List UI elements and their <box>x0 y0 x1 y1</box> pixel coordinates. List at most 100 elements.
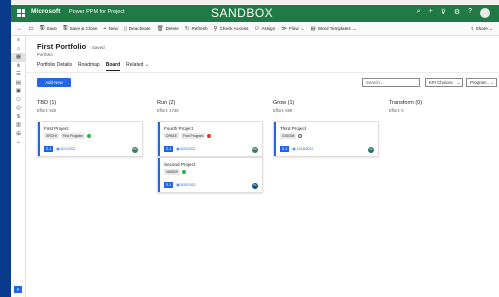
card-footer: S-1 ▦ 6/21/2022 <box>44 146 76 152</box>
delete-button[interactable]: 🗑 Delete <box>157 26 179 32</box>
card-title[interactable]: First Project <box>44 126 69 131</box>
card-footer: S-1 ▦ 11/18/2022 <box>280 146 313 152</box>
home-icon[interactable]: ⌂ <box>11 45 26 54</box>
tab-board[interactable]: Board <box>105 62 121 71</box>
status-dot <box>181 170 186 174</box>
list-icon[interactable]: ☰ <box>11 70 26 79</box>
project-code-tag: VA5509 <box>164 169 180 175</box>
project-card[interactable]: Fourth Project DR61E Find Program S-1 ▦ 6/22… <box>157 121 263 157</box>
popout-button[interactable]: ▭ <box>29 26 34 32</box>
card-tags: VA5509 <box>164 169 186 175</box>
column-effort: Effort: 920 <box>37 108 57 113</box>
hierarchy-icon[interactable]: ⋔ <box>11 62 26 71</box>
date-value: 6/22/2022 <box>180 147 196 151</box>
date-label: ▦ 6/22/2022 <box>176 147 195 151</box>
date-value: 11/18/2022 <box>296 147 314 151</box>
kpi-choices-value: KPI Choices <box>429 80 453 85</box>
user-avatar[interactable] <box>480 8 490 18</box>
flow-button[interactable]: ≫ Flow ⌄ <box>281 26 304 32</box>
search-input[interactable]: Search... <box>362 78 420 87</box>
command-label: New <box>108 26 118 31</box>
status-dot <box>87 134 92 138</box>
card-title[interactable]: Third Project <box>280 126 306 131</box>
project-card[interactable]: Third Project GS5308 S-1 ▦ 11/18/2022 PA <box>273 121 379 157</box>
tab-related-label: Related <box>126 62 144 68</box>
check-access-button[interactable]: ⚲ Check Access <box>214 26 249 32</box>
grid-icon[interactable]: ⊞ <box>11 130 26 139</box>
column-effort: Effort: 590 <box>273 108 293 113</box>
settings-icon[interactable]: ⚙ <box>454 8 460 18</box>
tab-roadmap[interactable]: Roadmap <box>78 62 100 71</box>
refresh-icon: ↻ <box>184 25 190 32</box>
command-label: Deactivate <box>128 26 151 31</box>
target-icon[interactable]: ◎ <box>11 104 26 113</box>
save-status: - Saved <box>89 45 105 50</box>
portfolio-icon[interactable]: ▦ <box>11 53 26 62</box>
add-icon[interactable]: + <box>429 8 433 18</box>
filter-icon[interactable]: ⊽ <box>441 8 446 18</box>
program-tag: Find Program <box>60 133 86 139</box>
deactivate-icon: ▯ <box>123 25 127 32</box>
project-card[interactable]: Second Project VA5509 S-1 ▦ 8/25/2022 PA <box>157 157 263 193</box>
owner-avatar[interactable]: PA <box>132 147 138 153</box>
date-value: 8/25/2022 <box>180 183 196 187</box>
share-button[interactable]: ⇪ Share ⌄ <box>470 26 493 32</box>
date-label: ▦ 8/25/2022 <box>176 183 195 187</box>
project-code-tag: SRCHI <box>44 133 59 139</box>
money-icon[interactable]: $ <box>11 113 26 122</box>
card-title[interactable]: Second Project <box>164 162 195 167</box>
board-column-grow: Grow (1) Effort: 590 <box>273 100 379 113</box>
assign-button[interactable]: ⚇ Assign <box>254 26 275 32</box>
owner-avatar[interactable]: PA <box>252 147 258 153</box>
back-arrow-button[interactable]: ← <box>17 26 23 32</box>
project-code-tag: DR61E <box>164 133 179 139</box>
owner-avatar[interactable]: PA <box>252 183 258 189</box>
entity-name: Portfolio <box>37 52 53 57</box>
word-templates-button[interactable]: ▤ Word Templates ⌄ <box>311 26 357 32</box>
tab-portfolio-details[interactable]: Portfolio Details <box>37 62 72 71</box>
back-arrow-icon: ← <box>17 25 23 32</box>
main-content: First Portfolio - Saved Portfolio Portfo… <box>26 36 499 297</box>
card-tags: DR61E Find Program <box>164 133 212 139</box>
popout-icon: ▭ <box>28 25 34 32</box>
menu-icon[interactable]: ≡ <box>11 36 26 45</box>
stage-chip: S-1 <box>164 146 174 152</box>
record-tabs: Portfolio Details Roadmap Board Related … <box>37 62 149 71</box>
area-switcher-button[interactable]: P <box>14 286 22 293</box>
card-accent <box>158 122 160 156</box>
top-bar: Microsoft Power PPM for Project SANDBOX … <box>11 5 499 22</box>
new-button[interactable]: + New <box>103 26 117 32</box>
owner-avatar[interactable]: PA <box>368 147 374 153</box>
deactivate-button[interactable]: ▯ Deactivate <box>124 26 151 32</box>
save-close-button[interactable]: 🖫 Save & Close <box>63 24 98 33</box>
card-accent <box>274 122 276 156</box>
app-name[interactable]: Power PPM for Project <box>69 9 125 15</box>
add-new-button[interactable]: Add New <box>37 78 71 87</box>
people-icon[interactable]: ⚇ <box>11 96 26 105</box>
refresh-button[interactable]: ↻ Refresh <box>185 26 208 32</box>
desktop-edge <box>0 0 11 297</box>
card-footer: S-1 ▦ 8/25/2022 <box>164 182 196 188</box>
record-title: First Portfolio <box>37 42 87 51</box>
chevron-down-icon[interactable]: ⌄ <box>11 138 26 147</box>
tab-related[interactable]: Related ⌄ <box>126 62 149 71</box>
date-value: 6/21/2022 <box>60 147 76 151</box>
chevron-down-icon: ⌄ <box>490 80 494 85</box>
record-header: First Portfolio - Saved <box>37 42 105 51</box>
document-icon[interactable]: ▤ <box>11 79 26 88</box>
card-title[interactable]: Fourth Project <box>164 126 193 131</box>
project-card[interactable]: First Project SRCHI Find Program S-1 ▦ 6/21/… <box>37 121 143 157</box>
help-icon[interactable]: ? <box>468 8 472 18</box>
program-select[interactable]: Program... ⌄ <box>466 78 497 87</box>
column-effort: Effort: 0 <box>389 108 404 113</box>
date-label: ▦ 6/21/2022 <box>56 147 75 151</box>
kpi-choices-select[interactable]: KPI Choices ⌄ <box>425 78 463 87</box>
environment-label: SANDBOX <box>211 6 274 20</box>
report-icon[interactable]: ▣ <box>11 87 26 96</box>
board-column-transform: Transform (0) Effort: 0 <box>389 100 495 113</box>
save-button[interactable]: 🖫 Save <box>40 24 57 33</box>
chevron-down-icon: ⌄ <box>144 62 149 68</box>
book-icon[interactable]: ▥ <box>11 121 26 130</box>
left-nav: ≡ ⌂ ▦ ⋔ ☰ ▤ ▣ ⚇ ◎ $ ▥ ⊞ ⌄ P <box>11 36 26 297</box>
search-icon[interactable]: ⌕ <box>417 8 421 18</box>
